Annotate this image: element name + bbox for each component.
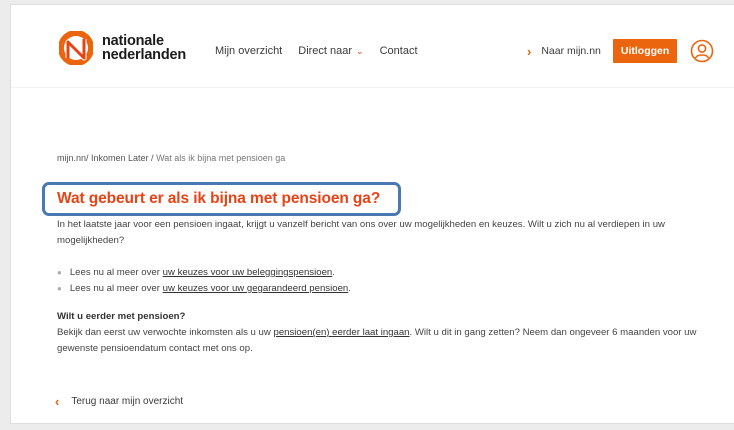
bullet-prefix: Lees nu al meer over bbox=[69, 267, 160, 278]
chevron-down-icon: ⌄ bbox=[356, 46, 364, 56]
header-divider bbox=[11, 87, 734, 88]
logout-button[interactable]: Uitloggen bbox=[612, 39, 678, 63]
bullet-icon: ● bbox=[57, 268, 62, 277]
chevron-left-icon: ‹ bbox=[55, 394, 60, 409]
brand-name-line2: nederlanden bbox=[102, 47, 187, 63]
nav-item-mijn-overzicht[interactable]: Mijn overzicht bbox=[215, 45, 282, 57]
naar-mijn-nn-label: Naar mijn.nn bbox=[541, 45, 601, 57]
list-item: ● Lees nu al meer over uw keuzes voor uw… bbox=[57, 265, 351, 281]
breadcrumb-path[interactable]: mijn.nn/ Inkomen Later / bbox=[57, 153, 154, 163]
intro-text: In het laatste jaar voor een pensioen in… bbox=[57, 219, 665, 246]
nav-item-label: Direct naar bbox=[298, 45, 353, 57]
bullet-prefix: Lees nu al meer over bbox=[69, 283, 160, 294]
nav-item-label: Mijn overzicht bbox=[215, 45, 283, 57]
header-actions: › Naar mijn.nn Uitloggen bbox=[527, 39, 714, 63]
naar-mijn-nn-link[interactable]: › Naar mijn.nn bbox=[527, 44, 601, 59]
breadcrumb-current: Wat als ik bijna met pensioen ga bbox=[153, 153, 286, 163]
bullet-suffix: . bbox=[348, 283, 351, 294]
site-header: nationale nederlanden Mijn overzicht Dir… bbox=[11, 5, 734, 87]
nn-logo-icon bbox=[59, 31, 93, 65]
bullet-icon: ● bbox=[57, 284, 62, 293]
chevron-right-icon: › bbox=[527, 43, 532, 59]
brand-logo[interactable]: nationale nederlanden bbox=[59, 31, 186, 65]
eerder-ingaan-link[interactable]: pensioen(en) eerder laat ingaan bbox=[274, 327, 410, 338]
nav-item-contact[interactable]: Contact bbox=[380, 45, 418, 57]
beleggingspensioen-link[interactable]: uw keuzes voor uw beleggingspensioen bbox=[163, 265, 333, 281]
main-nav: Mijn overzicht Direct naar ⌄ Contact bbox=[215, 45, 434, 57]
brand-name: nationale nederlanden bbox=[102, 33, 187, 63]
page-title: Wat gebeurt er als ik bijna met pensioen… bbox=[57, 190, 381, 207]
nav-item-direct-naar[interactable]: Direct naar ⌄ bbox=[298, 45, 363, 57]
page-frame: nationale nederlanden Mijn overzicht Dir… bbox=[10, 4, 734, 424]
bullet-suffix: . bbox=[332, 267, 335, 278]
early-retirement-text: Bekijk dan eerst uw verwochte inkomsten … bbox=[57, 325, 727, 357]
early-retirement-heading: Wilt u eerder met pensioen? bbox=[57, 311, 186, 322]
list-item: ● Lees nu al meer over uw keuzes voor uw… bbox=[57, 281, 351, 297]
user-icon[interactable] bbox=[690, 39, 714, 63]
back-to-overview-link[interactable]: ‹ Terug naar mijn overzicht bbox=[55, 394, 183, 409]
early-text-before: Bekijk dan eerst uw verwochte inkomsten … bbox=[57, 327, 274, 338]
choices-list: ● Lees nu al meer over uw keuzes voor uw… bbox=[57, 265, 351, 297]
back-link-label: Terug naar mijn overzicht bbox=[71, 396, 184, 407]
nav-item-label: Contact bbox=[379, 45, 418, 57]
breadcrumb: mijn.nn/ Inkomen Later / Wat als ik bijn… bbox=[57, 153, 285, 163]
gegarandeerd-pensioen-link[interactable]: uw keuzes voor uw gegarandeerd pensioen bbox=[163, 281, 349, 297]
brand-name-line1: nationale bbox=[102, 33, 164, 49]
